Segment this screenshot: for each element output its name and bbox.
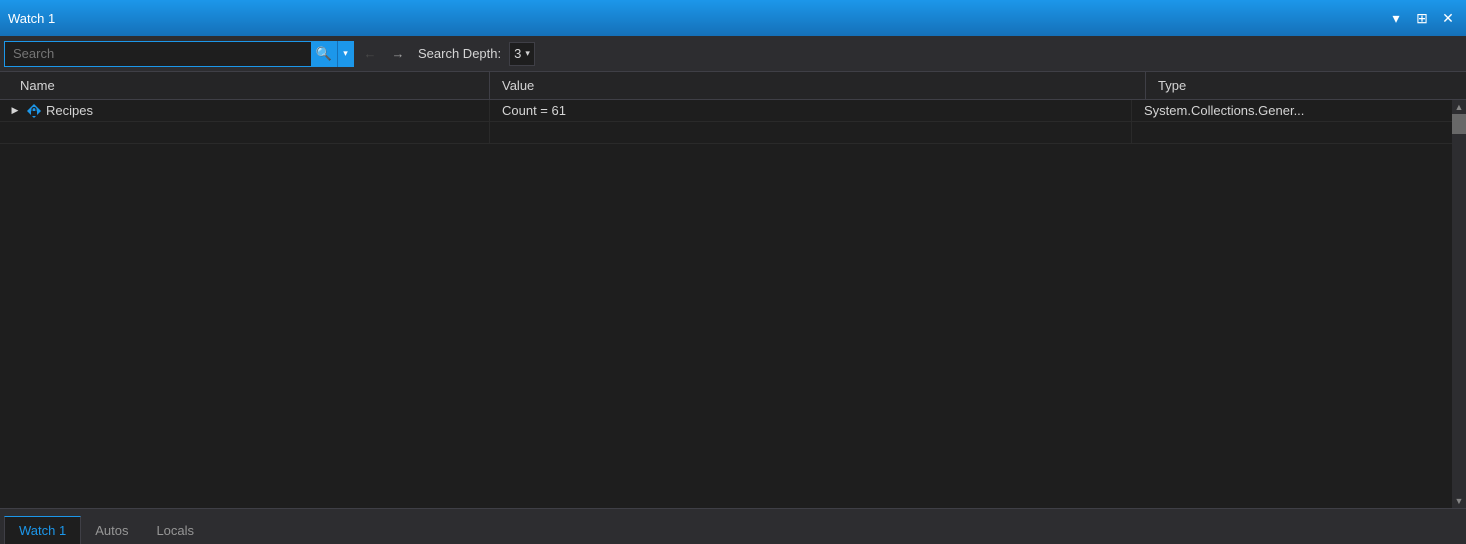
expand-button[interactable]: ▶ (8, 104, 22, 118)
depth-dropdown-icon: ▾ (525, 48, 530, 59)
tab-watch1[interactable]: Watch 1 (4, 516, 81, 544)
nav-back-button[interactable]: ← (358, 42, 382, 66)
search-depth-value: 3 (514, 46, 521, 61)
toolbar: 🔍 ▾ ← → Search Depth: 3 ▾ (0, 36, 1466, 72)
nav-forward-button[interactable]: → (386, 42, 410, 66)
table-inner: ▶ Recipes (0, 100, 1452, 508)
empty-value-cell (490, 122, 1132, 143)
search-depth-select[interactable]: 3 ▾ (509, 42, 535, 66)
empty-name-cell[interactable] (0, 122, 490, 143)
tab-locals[interactable]: Locals (142, 516, 208, 544)
vertical-scrollbar[interactable]: ▲ ▼ (1452, 100, 1466, 508)
pin-button[interactable]: ⊞ (1412, 8, 1432, 28)
title-bar-controls: ▾ ⊞ ✕ (1386, 8, 1458, 28)
row-type-cell: System.Collections.Gener... (1132, 100, 1452, 121)
scrollbar-down-button[interactable]: ▼ (1452, 494, 1466, 508)
scrollbar-thumb[interactable] (1452, 114, 1466, 134)
table-header: Name Value Type (0, 72, 1466, 100)
content-area: Name Value Type ▶ (0, 72, 1466, 508)
search-depth-label: Search Depth: (418, 46, 501, 61)
variable-icon (26, 103, 42, 119)
search-icon-button[interactable]: 🔍 (311, 41, 337, 67)
table-with-scroll: ▶ Recipes (0, 100, 1466, 508)
column-header-name: Name (0, 72, 490, 99)
row-value-cell: Count = 61 (490, 100, 1132, 121)
close-button[interactable]: ✕ (1438, 8, 1458, 28)
column-header-type: Type (1146, 72, 1466, 99)
scrollbar-up-button[interactable]: ▲ (1452, 100, 1466, 114)
title-bar: Watch 1 ▾ ⊞ ✕ (0, 0, 1466, 36)
search-box: 🔍 ▾ (4, 41, 354, 67)
column-header-value: Value (490, 72, 1146, 99)
row-name-text: Recipes (46, 103, 93, 118)
row-type-text: System.Collections.Gener... (1144, 103, 1304, 118)
table-row[interactable]: ▶ Recipes (0, 100, 1452, 122)
title-bar-text: Watch 1 (8, 11, 1386, 26)
bottom-tabs: Watch 1 Autos Locals (0, 508, 1466, 544)
row-name-cell: ▶ Recipes (0, 100, 490, 121)
search-input[interactable] (5, 42, 311, 66)
row-value-text: Count = 61 (502, 103, 566, 118)
empty-type-cell (1132, 122, 1452, 143)
dropdown-button[interactable]: ▾ (1386, 8, 1406, 28)
search-dropdown-button[interactable]: ▾ (337, 41, 353, 67)
main-content: 🔍 ▾ ← → Search Depth: 3 ▾ Name Value Typ… (0, 36, 1466, 544)
empty-edit-row[interactable] (0, 122, 1452, 144)
tab-autos[interactable]: Autos (81, 516, 142, 544)
